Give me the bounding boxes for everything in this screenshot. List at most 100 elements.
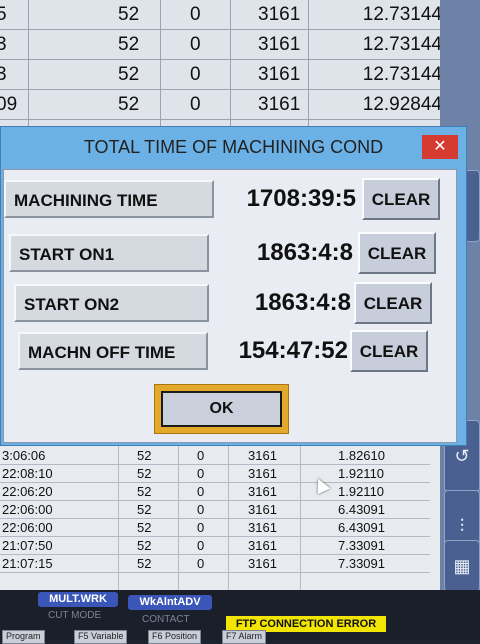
table-row[interactable]: 22:06:00 52 0 3161 6.43091 (0, 518, 430, 537)
table-row[interactable]: 21:07:15 52 0 3161 7.33091 (0, 554, 430, 573)
table-cell: 12.92844 (362, 94, 442, 115)
cut-mode-label: CUT MODE (48, 610, 102, 621)
table-cell: 3161 (258, 4, 301, 25)
table-cell: 52 (137, 466, 152, 481)
column-divider (118, 440, 119, 590)
column-divider (228, 440, 229, 590)
table-cell: 3161 (248, 502, 277, 517)
table-cell: 1.82610 (338, 448, 385, 463)
fkey-program[interactable]: Program (2, 630, 45, 644)
table-cell: 0 (197, 538, 205, 553)
table-cell: 0 (190, 94, 201, 115)
table-cell: 52 (137, 520, 152, 535)
table-cell: 52 (118, 94, 140, 115)
clear-start-on1-button[interactable]: CLEAR (358, 232, 436, 274)
machining-time-label: MACHINING TIME (4, 180, 214, 218)
table-cell: 52 (137, 484, 152, 499)
table-cell: 21:07:50 (2, 538, 53, 553)
fkey-position[interactable]: F6 Position (148, 630, 202, 644)
table-cell: 3161 (258, 34, 301, 55)
table-cell: 3:06:06 (2, 448, 46, 463)
column-divider (160, 0, 161, 130)
table-cell: 52 (137, 448, 152, 463)
clear-machn-off-time-button[interactable]: CLEAR (350, 330, 428, 372)
lower-table: 3:06:06 52 0 3161 1.82610 22:08:10 52 0 … (0, 440, 462, 590)
table-cell: 6.43091 (338, 520, 385, 535)
column-divider (308, 0, 309, 130)
table-row[interactable]: 5 52 0 3161 12.73144 (0, 0, 462, 30)
table-row[interactable]: 3 52 0 3161 12.73144 (0, 30, 462, 60)
table-cell: 52 (137, 538, 152, 553)
ok-button[interactable]: OK (161, 391, 282, 427)
table-row[interactable]: 3:06:06 52 0 3161 1.82610 (0, 446, 430, 465)
table-cell: 22:06:20 (2, 484, 53, 499)
table-cell: 0 (197, 466, 205, 481)
table-cell: 52 (118, 64, 140, 85)
table-cell: 3 (0, 34, 7, 55)
column-divider (300, 440, 301, 590)
fkey-alarm[interactable]: F7 Alarm (222, 630, 267, 644)
table-row[interactable]: 09 52 0 3161 12.92844 (0, 90, 462, 120)
table-cell: 3161 (258, 94, 301, 115)
table-cell: 3161 (248, 556, 277, 571)
table-row[interactable]: 22:06:20 52 0 3161 1.92110 (0, 482, 430, 501)
table-cell: 52 (118, 34, 140, 55)
column-divider (230, 0, 231, 130)
table-row[interactable]: 22:08:10 52 0 3161 1.92110 (0, 464, 430, 483)
column-divider (28, 0, 29, 130)
table-cell: 52 (137, 556, 152, 571)
dialog-body: MACHINING TIME 1708:39:5 CLEAR START ON1… (3, 169, 457, 443)
table-cell: 0 (190, 34, 201, 55)
table-cell: 0 (197, 484, 205, 499)
table-cell: 12.73144 (362, 4, 442, 25)
ok-button-frame: OK (154, 384, 289, 434)
table-cell: 1.92110 (338, 484, 385, 499)
machn-off-time-value: 154:47:52 (238, 337, 348, 364)
table-row[interactable]: 3 52 0 3161 12.73144 (0, 60, 462, 90)
table-cell: 7.33091 (338, 556, 385, 571)
table-cell: 0 (197, 502, 205, 517)
table-cell: 7.33091 (338, 538, 385, 553)
table-row[interactable]: 22:06:00 52 0 3161 6.43091 (0, 500, 430, 519)
table-cell: 12.73144 (362, 64, 442, 85)
mult-wrk-button[interactable]: MULT.WRK (38, 592, 118, 607)
start-on2-label: START ON2 (14, 284, 209, 322)
contact-label: CONTACT (142, 614, 190, 625)
table-cell: 5 (0, 4, 7, 25)
keypad-icon[interactable]: ▦ (444, 540, 480, 592)
table-cell: 22:06:00 (2, 502, 53, 517)
table-cell: 1.92110 (338, 466, 385, 481)
fkey-variable[interactable]: F5 Variable (74, 630, 128, 644)
table-cell: 52 (118, 4, 140, 25)
close-icon[interactable]: ✕ (422, 135, 458, 159)
dialog-title: TOTAL TIME OF MACHINING COND (83, 137, 384, 157)
table-cell: 3161 (248, 448, 277, 463)
table-cell: 6.43091 (338, 502, 385, 517)
column-divider (178, 440, 179, 590)
table-cell: 22:06:00 (2, 520, 53, 535)
table-cell: 0 (190, 4, 201, 25)
table-cell: 3161 (248, 484, 277, 499)
table-cell: 12.73144 (362, 34, 442, 55)
wk-alnt-adv-button[interactable]: WkAlntADV (128, 595, 212, 610)
machining-time-value: 1708:39:5 (246, 185, 356, 212)
table-cell: 0 (197, 520, 205, 535)
table-cell: 0 (197, 556, 205, 571)
machn-off-time-label: MACHN OFF TIME (18, 332, 208, 370)
start-on2-value: 1863:4:8 (254, 289, 351, 316)
table-row[interactable]: 21:07:50 52 0 3161 7.33091 (0, 536, 430, 555)
start-on1-label: START ON1 (9, 234, 209, 272)
table-cell: 22:08:10 (2, 466, 53, 481)
table-cell: 0 (190, 64, 201, 85)
table-cell: 3161 (248, 520, 277, 535)
table-cell: 3 (0, 64, 7, 85)
clear-start-on2-button[interactable]: CLEAR (354, 282, 432, 324)
start-on1-value: 1863:4:8 (256, 239, 353, 266)
table-cell: 3161 (248, 538, 277, 553)
table-cell: 09 (0, 94, 18, 115)
table-cell: 3161 (258, 64, 301, 85)
table-cell: 52 (137, 502, 152, 517)
table-cell: 21:07:15 (2, 556, 53, 571)
clear-machining-time-button[interactable]: CLEAR (362, 178, 440, 220)
machining-time-dialog: TOTAL TIME OF MACHINING COND ✕ MACHINING… (0, 126, 467, 446)
